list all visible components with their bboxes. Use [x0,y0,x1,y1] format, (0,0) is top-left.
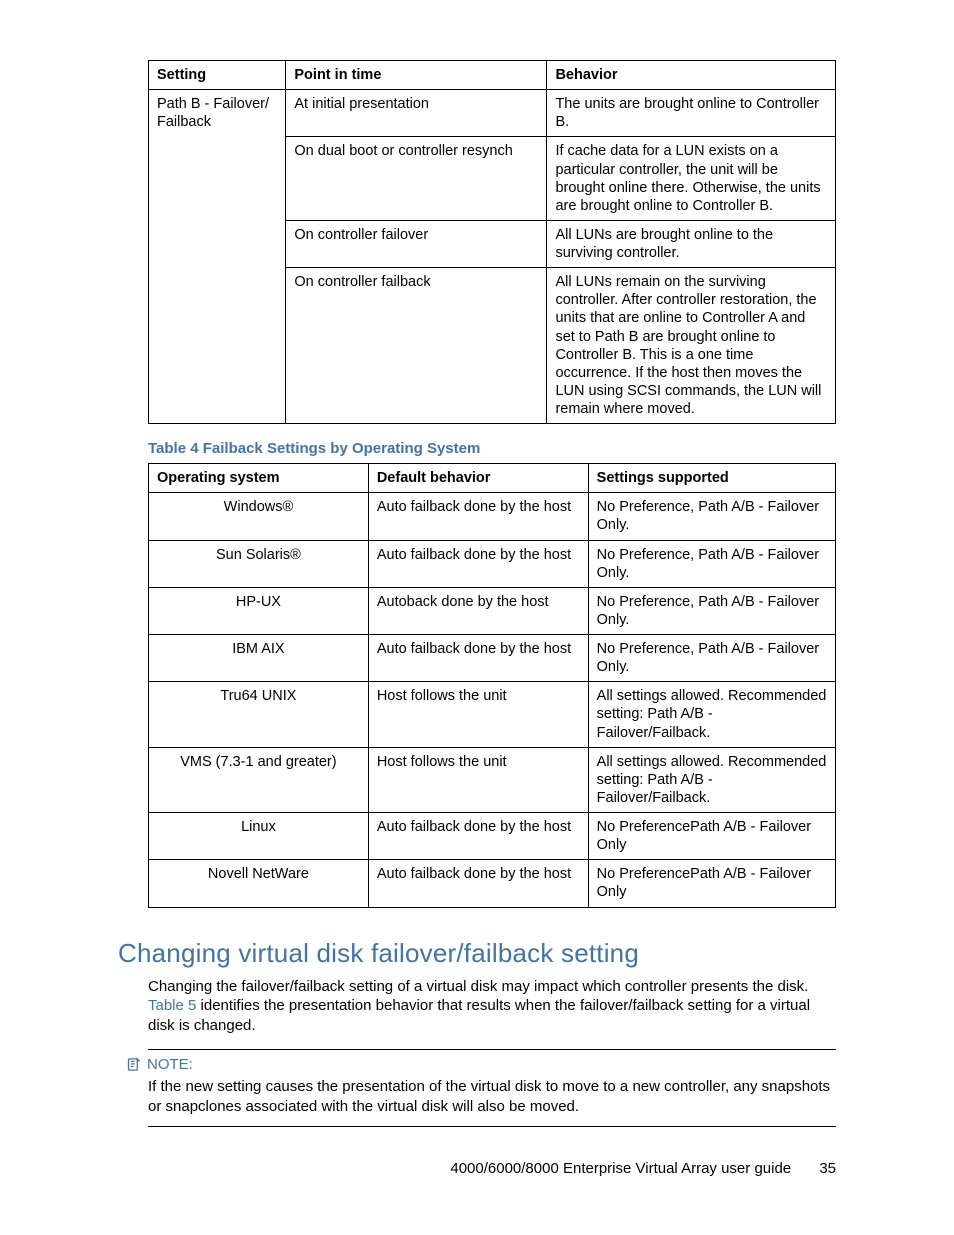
note-label: NOTE: [147,1056,193,1073]
para-text: Changing the failover/failback setting o… [148,978,808,995]
cell-default: Host follows the unit [368,747,588,812]
section-title: Changing virtual disk failover/failback … [118,938,836,969]
cell-os: Tru64 UNIX [149,682,369,747]
cell-supported: No Preference, Path A/B - Failover Only. [588,493,835,540]
col-sup: Settings supported [588,464,835,493]
table-row: Novell NetWareAuto failback done by the … [149,860,836,907]
col-point: Point in time [286,61,547,90]
cell-supported: No Preference, Path A/B - Failover Only. [588,540,835,587]
cell-default: Auto failback done by the host [368,813,588,860]
cell-setting: Path B - Failover/ Failback [149,90,286,424]
cell-default: Autoback done by the host [368,587,588,634]
cell-supported: All settings allowed. Recommended settin… [588,747,835,812]
cell-default: Auto failback done by the host [368,635,588,682]
cell-supported: No PreferencePath A/B - Failover Only [588,813,835,860]
table-row: HP-UXAutoback done by the hostNo Prefere… [149,587,836,634]
cell-default: Auto failback done by the host [368,493,588,540]
cell-os: Windows® [149,493,369,540]
cell-os: Novell NetWare [149,860,369,907]
cell-default: Auto failback done by the host [368,540,588,587]
cell-default: Host follows the unit [368,682,588,747]
note-block: NOTE: If the new setting causes the pres… [148,1049,836,1127]
cell-default: Auto failback done by the host [368,860,588,907]
cell-supported: All settings allowed. Recommended settin… [588,682,835,747]
table-failback-by-os: Operating system Default behavior Settin… [148,463,836,907]
cell-behavior: All LUNs are brought online to the survi… [547,220,836,267]
table-row: LinuxAuto failback done by the hostNo Pr… [149,813,836,860]
cell-os: HP-UX [149,587,369,634]
col-setting: Setting [149,61,286,90]
table-path-b: Setting Point in time Behavior Path B - … [148,60,836,424]
cell-os: IBM AIX [149,635,369,682]
table-row: Sun Solaris®Auto failback done by the ho… [149,540,836,587]
col-os: Operating system [149,464,369,493]
table-row: Tru64 UNIXHost follows the unitAll setti… [149,682,836,747]
cell-behavior: If cache data for a LUN exists on a part… [547,137,836,221]
col-behavior: Behavior [547,61,836,90]
cell-os: VMS (7.3-1 and greater) [149,747,369,812]
page-number: 35 [819,1160,836,1177]
footer-text: 4000/6000/8000 Enterprise Virtual Array … [450,1160,791,1177]
cell-behavior: The units are brought online to Controll… [547,90,836,137]
cell-point: On controller failover [286,220,547,267]
cell-os: Linux [149,813,369,860]
table-row: IBM AIXAuto failback done by the hostNo … [149,635,836,682]
table5-link[interactable]: Table 5 [148,997,196,1014]
section-paragraph: Changing the failover/failback setting o… [148,977,836,1036]
cell-supported: No PreferencePath A/B - Failover Only [588,860,835,907]
cell-os: Sun Solaris® [149,540,369,587]
cell-point: On controller failback [286,268,547,424]
para-text: identifies the presentation behavior tha… [148,997,810,1034]
cell-point: On dual boot or controller resynch [286,137,547,221]
table-header-row: Setting Point in time Behavior [149,61,836,90]
table-row: VMS (7.3-1 and greater)Host follows the … [149,747,836,812]
note-body: If the new setting causes the presentati… [148,1077,836,1116]
table4-caption: Table 4 Failback Settings by Operating S… [148,440,836,457]
cell-behavior: All LUNs remain on the surviving control… [547,268,836,424]
cell-supported: No Preference, Path A/B - Failover Only. [588,587,835,634]
col-def: Default behavior [368,464,588,493]
table-header-row: Operating system Default behavior Settin… [149,464,836,493]
cell-supported: No Preference, Path A/B - Failover Only. [588,635,835,682]
page-footer: 4000/6000/8000 Enterprise Virtual Array … [450,1160,836,1177]
note-icon [126,1057,141,1072]
table-row: Path B - Failover/ Failback At initial p… [149,90,836,137]
cell-point: At initial presentation [286,90,547,137]
table-row: Windows®Auto failback done by the hostNo… [149,493,836,540]
